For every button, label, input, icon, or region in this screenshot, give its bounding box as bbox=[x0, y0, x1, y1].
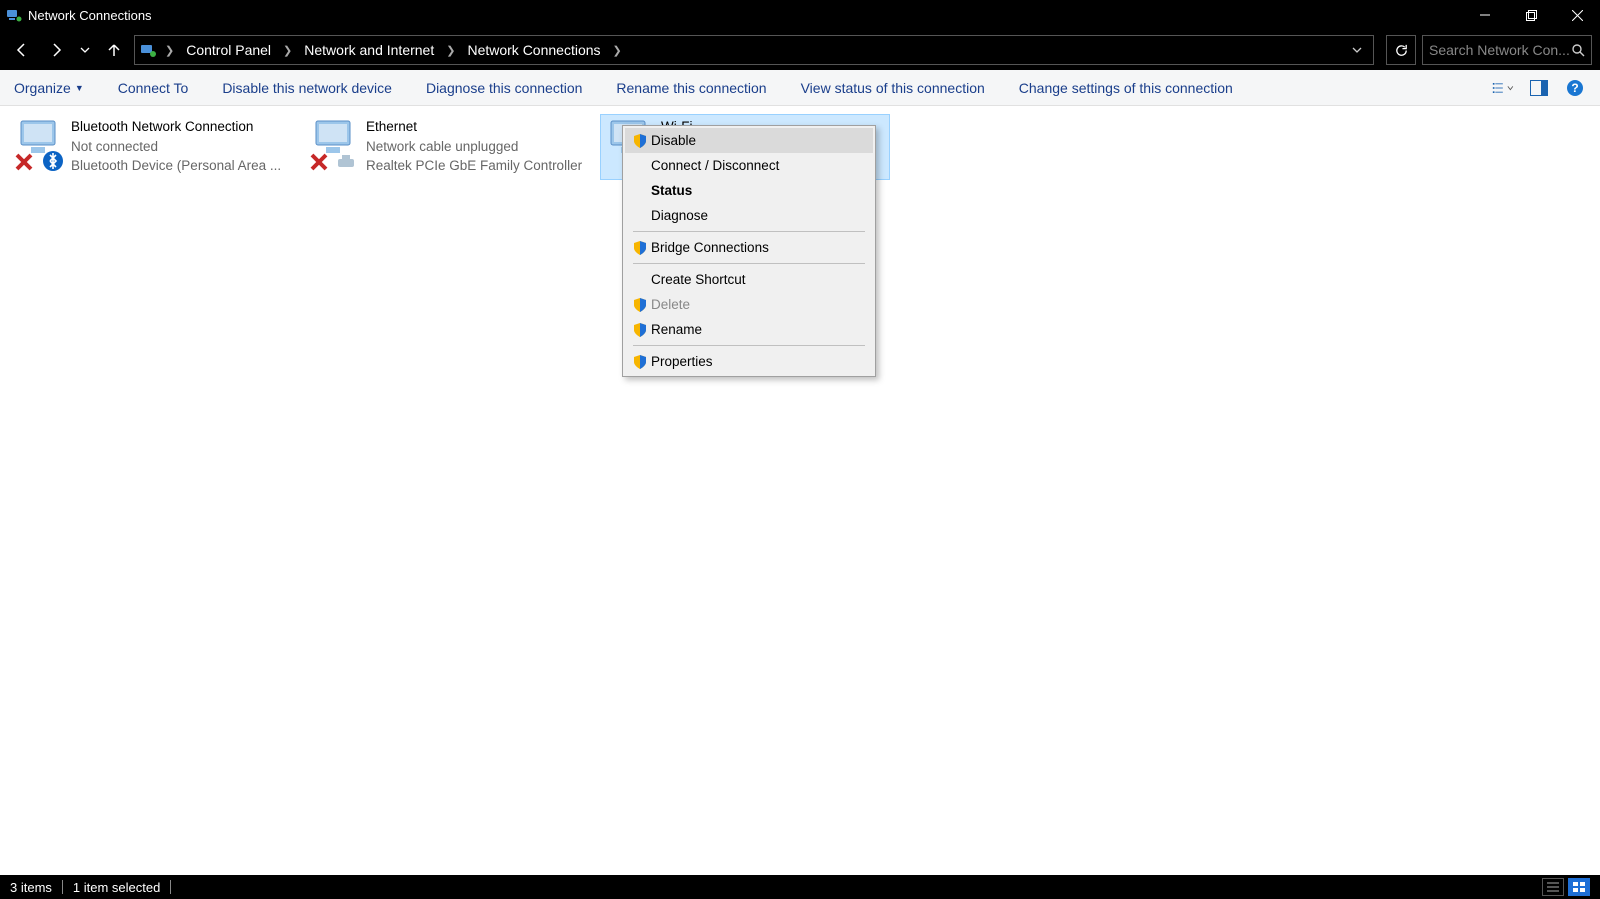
large-icons-view-button[interactable] bbox=[1568, 878, 1590, 896]
breadcrumb-network-and-internet[interactable]: Network and Internet bbox=[300, 42, 438, 58]
adapter-name: Ethernet bbox=[366, 117, 582, 137]
back-button[interactable] bbox=[8, 36, 36, 64]
network-adapter-icon bbox=[310, 117, 358, 165]
forward-button[interactable] bbox=[42, 36, 70, 64]
status-selected-count: 1 item selected bbox=[73, 880, 160, 895]
ctx-diagnose[interactable]: Diagnose bbox=[625, 203, 873, 228]
command-bar: Organize▼ Connect To Disable this networ… bbox=[0, 70, 1600, 106]
organize-menu[interactable]: Organize▼ bbox=[14, 80, 84, 96]
view-status-button[interactable]: View status of this connection bbox=[801, 80, 985, 96]
diagnose-connection-button[interactable]: Diagnose this connection bbox=[426, 80, 582, 96]
adapter-status: Network cable unplugged bbox=[366, 137, 582, 157]
ctx-connect-disconnect[interactable]: Connect / Disconnect bbox=[625, 153, 873, 178]
adapter-device: Realtek PCIe GbE Family Controller bbox=[366, 156, 582, 176]
status-bar: 3 items 1 item selected bbox=[0, 875, 1600, 899]
rename-connection-button[interactable]: Rename this connection bbox=[616, 80, 766, 96]
chevron-right-icon[interactable]: ❯ bbox=[161, 44, 178, 57]
details-view-button[interactable] bbox=[1542, 878, 1564, 896]
titlebar: Network Connections bbox=[0, 0, 1600, 30]
separator bbox=[633, 345, 865, 346]
network-adapter-icon bbox=[15, 117, 63, 165]
divider bbox=[170, 880, 171, 894]
view-options-button[interactable] bbox=[1492, 77, 1514, 99]
app-icon bbox=[6, 7, 22, 23]
ctx-disable[interactable]: Disable bbox=[625, 128, 873, 153]
search-input[interactable]: Search Network Con... bbox=[1422, 35, 1592, 65]
close-button[interactable] bbox=[1554, 0, 1600, 30]
preview-pane-button[interactable] bbox=[1528, 77, 1550, 99]
chevron-right-icon[interactable]: ❯ bbox=[279, 44, 296, 57]
svg-text:?: ? bbox=[1571, 81, 1578, 95]
breadcrumb-network-connections[interactable]: Network Connections bbox=[463, 42, 604, 58]
refresh-button[interactable] bbox=[1386, 35, 1416, 65]
divider bbox=[62, 880, 63, 894]
status-item-count: 3 items bbox=[10, 880, 52, 895]
shield-icon bbox=[629, 354, 651, 370]
up-button[interactable] bbox=[100, 36, 128, 64]
change-settings-button[interactable]: Change settings of this connection bbox=[1019, 80, 1233, 96]
separator bbox=[633, 263, 865, 264]
ctx-properties[interactable]: Properties bbox=[625, 349, 873, 374]
connect-to-button[interactable]: Connect To bbox=[118, 80, 189, 96]
search-icon bbox=[1571, 43, 1585, 57]
chevron-right-icon[interactable]: ❯ bbox=[442, 44, 459, 57]
chevron-right-icon[interactable]: ❯ bbox=[609, 44, 626, 57]
adapter-ethernet[interactable]: Ethernet Network cable unplugged Realtek… bbox=[305, 114, 595, 180]
ctx-delete: Delete bbox=[625, 292, 873, 317]
shield-icon bbox=[629, 240, 651, 256]
adapter-device: Bluetooth Device (Personal Area ... bbox=[71, 156, 281, 176]
caret-down-icon bbox=[1507, 84, 1514, 92]
shield-icon bbox=[629, 297, 651, 313]
context-menu: Disable Connect / Disconnect Status Diag… bbox=[622, 125, 876, 377]
breadcrumb-control-panel[interactable]: Control Panel bbox=[182, 42, 275, 58]
content-area: Bluetooth Network Connection Not connect… bbox=[0, 106, 1600, 875]
recent-locations-button[interactable] bbox=[76, 36, 94, 64]
help-button[interactable]: ? bbox=[1564, 77, 1586, 99]
disable-device-button[interactable]: Disable this network device bbox=[222, 80, 392, 96]
ctx-rename[interactable]: Rename bbox=[625, 317, 873, 342]
shield-icon bbox=[629, 322, 651, 338]
ctx-status[interactable]: Status bbox=[625, 178, 873, 203]
ctx-bridge-connections[interactable]: Bridge Connections bbox=[625, 235, 873, 260]
window-title: Network Connections bbox=[28, 8, 152, 23]
adapter-bluetooth[interactable]: Bluetooth Network Connection Not connect… bbox=[10, 114, 300, 180]
location-icon bbox=[139, 41, 157, 59]
maximize-button[interactable] bbox=[1508, 0, 1554, 30]
adapter-status: Not connected bbox=[71, 137, 281, 157]
adapter-name: Bluetooth Network Connection bbox=[71, 117, 281, 137]
address-bar[interactable]: ❯ Control Panel ❯ Network and Internet ❯… bbox=[134, 35, 1374, 65]
minimize-button[interactable] bbox=[1462, 0, 1508, 30]
caret-down-icon: ▼ bbox=[75, 83, 84, 93]
search-placeholder: Search Network Con... bbox=[1429, 42, 1570, 58]
address-dropdown-button[interactable] bbox=[1345, 45, 1369, 55]
address-row: ❯ Control Panel ❯ Network and Internet ❯… bbox=[0, 30, 1600, 70]
separator bbox=[633, 231, 865, 232]
shield-icon bbox=[629, 133, 651, 149]
ctx-create-shortcut[interactable]: Create Shortcut bbox=[625, 267, 873, 292]
